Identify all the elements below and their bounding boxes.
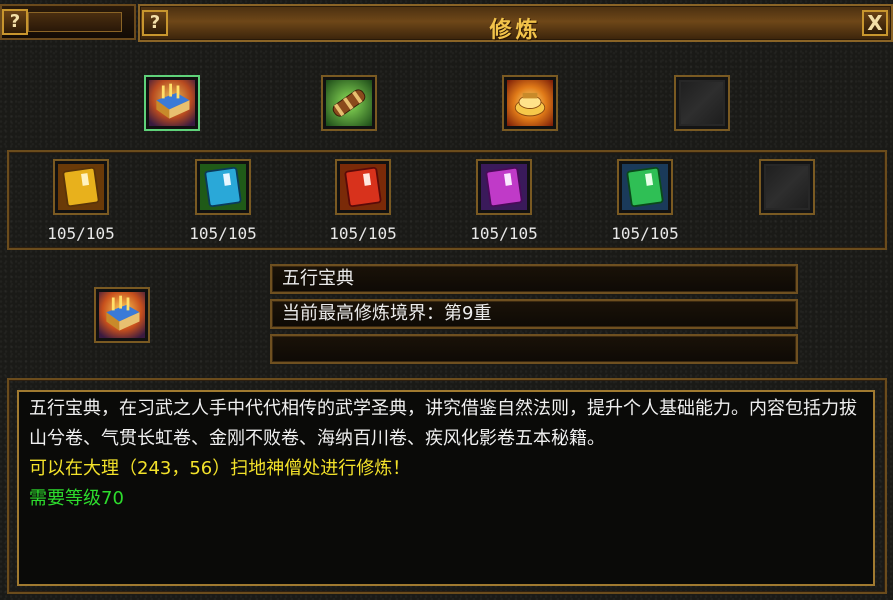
item-realm-field: 当前最高修炼境界：第9重 — [270, 299, 798, 329]
volume-slot-5[interactable] — [617, 159, 673, 215]
golden-book-icon — [99, 292, 145, 338]
volume-count-2: 105/105 — [189, 224, 257, 243]
volume-slot-3[interactable] — [335, 159, 391, 215]
empty-slot-icon — [764, 164, 810, 210]
cultivation-window: ? 修炼 ? X 105/105 105/105 105/105 105/105… — [0, 0, 893, 600]
golden-book-icon — [149, 80, 195, 126]
red-manual-icon — [340, 164, 386, 210]
volume-slot-2[interactable] — [195, 159, 251, 215]
volume-count-3: 105/105 — [329, 224, 397, 243]
description-box: 五行宝典，在习武之人手中代代相传的武学圣典，讲究借鉴自然法则，提升个人基础能力。… — [17, 390, 875, 586]
empty-slot-icon — [679, 80, 725, 126]
volume-count-5: 105/105 — [611, 224, 679, 243]
help-button[interactable]: ? — [142, 10, 168, 36]
scroll-bundle-icon — [326, 80, 372, 126]
volume-count-1: 105/105 — [47, 224, 115, 243]
volume-slot-4[interactable] — [476, 159, 532, 215]
category-empty-slot[interactable] — [674, 75, 730, 131]
side-panel-tab-inner — [28, 12, 122, 32]
window-title: 修炼 — [489, 17, 542, 43]
category-scroll-bundle[interactable] — [321, 75, 377, 131]
help-button-left[interactable]: ? — [2, 9, 28, 35]
yellow-manual-icon — [58, 164, 104, 210]
title-bar[interactable]: 修炼 — [138, 4, 893, 43]
gold-treasure-icon — [507, 80, 553, 126]
category-golden-book[interactable] — [144, 75, 200, 131]
close-button[interactable]: X — [862, 10, 888, 36]
description-text: 五行宝典，在习武之人手中代代相传的武学圣典，讲究借鉴自然法则，提升个人基础能力。… — [29, 398, 857, 449]
blue-manual-icon — [200, 164, 246, 210]
volume-slot-6[interactable] — [759, 159, 815, 215]
volume-count-4: 105/105 — [470, 224, 538, 243]
selected-item-slot[interactable] — [94, 287, 150, 343]
purple-manual-icon — [481, 164, 527, 210]
location-text: 可以在大理（243，56）扫地神僧处进行修炼！ — [29, 458, 411, 479]
green-manual-icon — [622, 164, 668, 210]
requirement-text: 需要等级70 — [29, 488, 124, 509]
item-name-field: 五行宝典 — [270, 264, 798, 294]
volume-slot-1[interactable] — [53, 159, 109, 215]
volumes-panel — [7, 150, 887, 250]
category-gold-treasure[interactable] — [502, 75, 558, 131]
item-extra-field — [270, 334, 798, 364]
